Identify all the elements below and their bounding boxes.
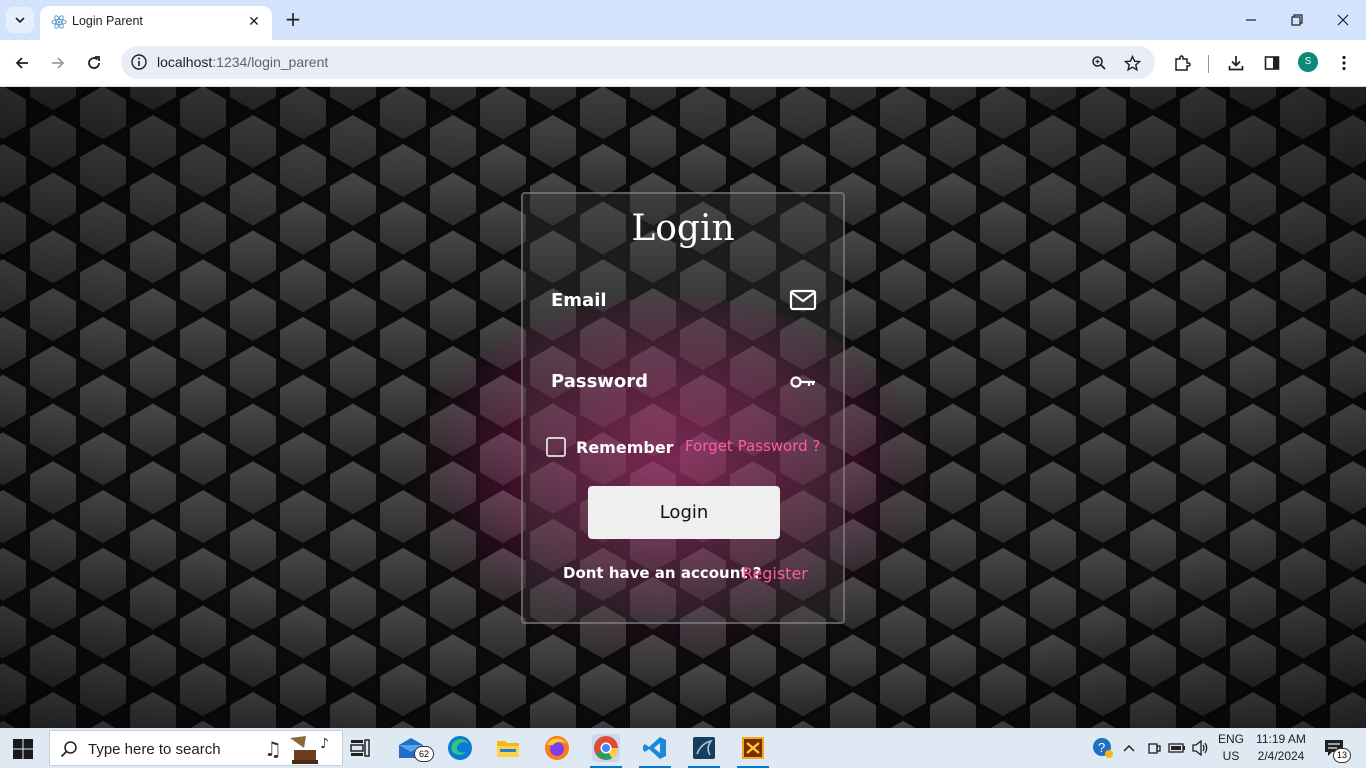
kebab-menu-icon — [1342, 55, 1346, 71]
minimize-button[interactable] — [1228, 6, 1274, 34]
close-icon[interactable]: ✕ — [244, 12, 264, 32]
edge-icon — [448, 736, 472, 760]
side-panel-icon — [1264, 56, 1280, 70]
taskbar-mysql-workbench[interactable] — [690, 734, 718, 762]
show-hidden-icons-button[interactable] — [1115, 734, 1143, 762]
login-card: Login Email Password Remember Forget Pas… — [521, 192, 845, 624]
tab-search-button[interactable] — [6, 7, 34, 33]
minimize-icon — [1246, 19, 1256, 21]
profile-avatar[interactable]: S — [1298, 52, 1318, 72]
remember-label: Remember — [576, 438, 674, 457]
mail-unread-badge: 62 — [414, 746, 434, 762]
search-placeholder: Type here to search — [88, 741, 221, 758]
new-tab-button[interactable]: + — [281, 8, 305, 32]
bookmark-button[interactable] — [1121, 52, 1143, 74]
reload-button[interactable] — [79, 48, 109, 78]
restore-button[interactable] — [1274, 6, 1320, 34]
language-indicator[interactable]: ENG US — [1214, 732, 1248, 763]
no-account-text: Dont have an account ? — [563, 564, 762, 582]
toolbar-divider — [1208, 55, 1209, 73]
tab-title: Login Parent — [72, 14, 143, 28]
taskbar-vscode[interactable] — [641, 734, 669, 762]
windows-start-icon[interactable] — [12, 738, 34, 760]
help-tray-button[interactable]: ? — [1089, 734, 1117, 762]
close-icon — [1337, 14, 1349, 26]
speaker-icon — [1192, 740, 1208, 756]
tab-login-parent[interactable]: Login Parent ✕ — [40, 6, 272, 40]
login-title: Login — [631, 208, 735, 249]
login-button[interactable]: Login — [588, 486, 780, 539]
reload-icon — [88, 56, 100, 69]
task-view-icon — [350, 739, 370, 757]
downloads-button[interactable] — [1224, 51, 1248, 75]
password-field[interactable]: Password — [551, 371, 648, 392]
svg-text:♫: ♫ — [264, 737, 282, 761]
mysql-workbench-icon — [693, 737, 715, 759]
email-field[interactable]: Email — [551, 290, 607, 311]
svg-text:?: ? — [1098, 740, 1105, 755]
key-icon — [790, 376, 815, 388]
address-bar[interactable]: localhost:1234/login_parent — [121, 46, 1155, 79]
taskbar-file-explorer[interactable] — [494, 734, 522, 762]
svg-text:♪: ♪ — [320, 736, 329, 752]
url-text: localhost:1234/login_parent — [157, 54, 329, 70]
arrow-right-icon — [52, 57, 65, 69]
restore-icon — [1291, 14, 1303, 26]
task-view-button[interactable] — [346, 734, 374, 762]
envelope-icon — [789, 289, 817, 311]
zoom-button[interactable] — [1088, 52, 1110, 74]
windows-taskbar: Type here to search ♫ ♪ 62 ? ENG US 11:1… — [0, 728, 1366, 768]
firefox-icon — [545, 736, 569, 760]
folder-icon — [497, 741, 519, 757]
vscode-icon — [643, 737, 666, 759]
back-button[interactable] — [7, 48, 37, 78]
extensions-button[interactable] — [1170, 51, 1194, 75]
chevron-up-icon — [1123, 744, 1135, 752]
taskbar-firefox[interactable] — [543, 734, 571, 762]
react-favicon-icon — [51, 15, 67, 29]
taskbar-edge-app[interactable] — [446, 734, 474, 762]
register-link[interactable]: Register — [742, 564, 808, 583]
arrow-left-icon — [15, 57, 28, 69]
gramophone-music-icon[interactable]: ♫ ♪ — [264, 732, 336, 766]
help-icon: ? — [1093, 738, 1113, 758]
device-icon — [1148, 743, 1161, 754]
forget-password-link[interactable]: Forget Password ? — [685, 437, 820, 455]
menu-button[interactable] — [1332, 51, 1356, 75]
notification-count-badge: 13 — [1333, 748, 1351, 763]
language-code: ENG — [1217, 732, 1244, 746]
browser-toolbar: localhost:1234/login_parent S — [0, 40, 1366, 87]
side-panel-button[interactable] — [1260, 51, 1284, 75]
taskbar-chrome[interactable] — [592, 734, 620, 762]
forward-button[interactable] — [43, 48, 73, 78]
xampp-icon — [742, 737, 764, 759]
battery-icon — [1168, 743, 1185, 753]
volume-tray-button[interactable] — [1187, 734, 1215, 762]
search-icon — [60, 741, 77, 758]
download-icon — [1228, 56, 1244, 71]
clock[interactable]: 11:19 AM 2/4/2024 — [1250, 732, 1312, 763]
clock-date: 2/4/2024 — [1257, 749, 1305, 763]
puzzle-icon — [1175, 55, 1191, 71]
taskbar-xampp[interactable] — [739, 734, 767, 762]
zoom-icon — [1092, 56, 1106, 70]
language-region: US — [1222, 749, 1240, 763]
browser-tab-bar: Login Parent ✕ + — [0, 0, 1366, 40]
taskbar-search-box[interactable]: Type here to search ♫ ♪ — [49, 730, 343, 766]
page-viewport: Login Email Password Remember Forget Pas… — [0, 87, 1366, 728]
close-window-button[interactable] — [1320, 6, 1366, 34]
remember-checkbox[interactable] — [546, 437, 566, 457]
info-icon[interactable] — [130, 53, 148, 71]
clock-time: 11:19 AM — [1256, 732, 1306, 746]
star-icon — [1123, 54, 1141, 71]
chevron-down-icon — [15, 17, 25, 24]
chrome-icon — [594, 736, 619, 760]
